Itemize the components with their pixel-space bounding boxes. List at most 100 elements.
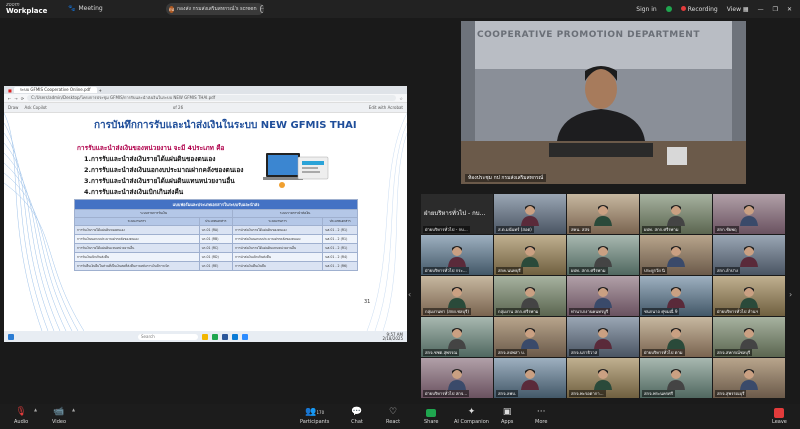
heart-icon: ♡ xyxy=(389,407,398,417)
participant-tile[interactable]: สคน. สสจ xyxy=(567,194,639,234)
participant-tile[interactable]: สกจ.ลพบ. xyxy=(494,358,566,398)
participant-tile[interactable]: ผปท. สกก.ศรีรพาม xyxy=(567,235,639,275)
participants-button[interactable]: 👥 170 Participants xyxy=(300,407,329,425)
windows-start-icon[interactable] xyxy=(8,333,14,340)
browser-tab[interactable]: ระบบ GFMIS Cooperative Online.pdf xyxy=(13,87,97,93)
participant-video-feed xyxy=(594,369,612,390)
video-button[interactable]: 📹 Video xyxy=(52,407,66,425)
star-icon[interactable]: ☆ xyxy=(399,96,403,101)
participant-tile[interactable]: กลุ่มงาน สกก.ศรีรพาม xyxy=(494,276,566,316)
participant-tile[interactable]: สกก.ลำปาง xyxy=(713,235,785,275)
table-row: การรับเงินเบิกเกินส่งคืน นร.01 (RD) การน… xyxy=(74,252,358,262)
participant-tile[interactable]: ผปท. สกก.ศรีรพาม xyxy=(640,194,712,234)
more-button[interactable]: ··· More xyxy=(535,407,547,425)
participant-video-feed xyxy=(667,246,685,267)
signin-link[interactable]: Sign in xyxy=(636,6,656,13)
participant-tile[interactable]: สกจ.ลปพสา บ. xyxy=(494,317,566,357)
gallery-next-icon[interactable]: › xyxy=(789,290,792,299)
participant-tile[interactable]: ชนกนาถ ศุขมณี่ 9 xyxy=(640,276,712,316)
new-tab-icon[interactable]: + xyxy=(99,88,102,93)
participant-video-feed xyxy=(667,205,685,226)
participant-name-label: ท่านาเกงานคนทรบูรี xyxy=(569,308,611,315)
participant-name-label: ฝ่ายบริหารทั่วไป กระ... xyxy=(423,267,469,274)
participant-tile[interactable]: ท่านาเกงานคนทรบูรี xyxy=(567,276,639,316)
participant-tile[interactable]: สกก.ชัยพฤ xyxy=(713,194,785,234)
participant-tile[interactable]: ฝ่ายบริหารทั่วไป ลำนฯ xyxy=(713,276,785,316)
table-cell: นร.01 (RA) xyxy=(198,225,234,235)
participant-tile[interactable]: สกจ.สหกรณ์ชลบุรี xyxy=(713,317,785,357)
back-icon[interactable]: ← xyxy=(8,96,11,101)
participant-tile[interactable]: ฝ่ายบริหารทั่วไป - กบ... ฝ่ายบริหารทั่วไป… xyxy=(421,194,493,234)
taskbar-clock[interactable]: 9:57 AM 2/18/2025 xyxy=(382,332,403,341)
pdf-icon: ■ xyxy=(8,87,12,93)
participant-tile[interactable]: สกจ.นราธิวาส xyxy=(567,317,639,357)
participant-tile[interactable]: ฝ่ายบริหารทั่วไป กระ... xyxy=(421,235,493,275)
screen-share-indicator[interactable]: กป กองส่ง กรมส่งเสริมสหกรณ์'s screen ··· xyxy=(166,3,264,15)
participant-name-label: ส.ต.มนันทร์ (สอต) xyxy=(496,226,534,233)
more-icon[interactable]: ··· xyxy=(259,5,264,13)
participant-video-feed xyxy=(594,205,612,226)
chat-button[interactable]: 💬 Chat xyxy=(351,407,363,425)
participant-tile[interactable]: สกจ.พระนครศรี xyxy=(640,358,712,398)
participant-tile[interactable]: ฝ่ายบริหารทั่วไป ตาม xyxy=(640,317,712,357)
apps-button[interactable]: ▣ Apps xyxy=(501,407,513,425)
audio-options-caret-icon[interactable]: ▲ xyxy=(34,407,37,412)
share-label: Share xyxy=(424,419,439,425)
file-explorer-icon[interactable] xyxy=(202,333,208,340)
participant-tile[interactable]: ฝ่ายบริหารทั่วไป สกจ... xyxy=(421,358,493,398)
sparkle-icon: ✦ xyxy=(467,407,476,417)
participant-tile[interactable]: สกจ.ชชต.สุพรรณ xyxy=(421,317,493,357)
participant-video-feed xyxy=(448,369,466,390)
edge-icon[interactable] xyxy=(232,333,238,340)
excel-icon[interactable] xyxy=(212,333,218,340)
slide-subtitle: การรับและนำส่งเงินของหน่วยงาน จะมี 4ประเ… xyxy=(77,144,225,152)
address-field[interactable]: C:/Users/admin/Desktop/โครงการประชุม GFM… xyxy=(27,95,397,101)
reload-icon[interactable]: ⟳ xyxy=(21,96,24,101)
react-button[interactable]: ♡ React xyxy=(386,407,400,425)
taskbar-search[interactable]: Search xyxy=(138,333,198,340)
decorative-waves-left xyxy=(4,113,84,331)
participant-tile[interactable]: สกค.นนทบุรี xyxy=(494,235,566,275)
restore-icon[interactable]: ❐ xyxy=(773,6,778,13)
participant-tile[interactable]: สกจ.สุพรรณบุรี xyxy=(713,358,785,398)
gallery-prev-icon[interactable]: ‹ xyxy=(408,290,411,299)
share-button[interactable]: Share xyxy=(424,407,438,425)
pdf-toolbar: Draw Ask Copilot of 26 Edit with Acrobat xyxy=(4,103,407,113)
video-options-caret-icon[interactable]: ▲ xyxy=(72,407,75,412)
view-menu[interactable]: View ▦ xyxy=(727,6,749,13)
audio-button[interactable]: 🎙 Audio xyxy=(14,407,28,425)
sharer-avatar: กป xyxy=(169,5,174,13)
close-icon[interactable]: ✕ xyxy=(787,6,792,13)
ai-companion-button[interactable]: ✦ AI Companion xyxy=(454,407,489,425)
participant-tile[interactable]: สกจ.พะรอตากา... xyxy=(567,358,639,398)
word-icon[interactable] xyxy=(222,333,228,340)
forward-icon[interactable]: → xyxy=(14,96,17,101)
col-header: ระบบงานการ xyxy=(232,217,324,226)
leave-button[interactable]: Leave xyxy=(772,407,787,425)
meeting-menu[interactable]: 🐾 Meeting xyxy=(68,5,103,12)
meeting-label: Meeting xyxy=(78,5,103,12)
participant-tile[interactable]: ประยูรวัย นิ xyxy=(640,235,712,275)
participant-tile[interactable]: กลุ่มงานทา (สกย.ชลบุรี) xyxy=(421,276,493,316)
participant-video-feed xyxy=(521,287,539,308)
participant-tile[interactable]: ส.ต.มนันทร์ (สอต) xyxy=(494,194,566,234)
pdf-tool-draw[interactable]: Draw xyxy=(8,105,18,110)
participant-name-label: ชนกนาถ ศุขมณี่ 9 xyxy=(642,308,680,315)
participant-video-feed xyxy=(521,369,539,390)
participant-video-feed xyxy=(594,328,612,349)
react-label: React xyxy=(386,419,401,425)
minimize-icon[interactable]: — xyxy=(758,6,764,13)
pdf-tool-edit-acrobat[interactable]: Edit with Acrobat xyxy=(369,105,403,110)
slide-item: 1.การรับและนำส่งเงินรายได้แผ่นดินของตนเอ… xyxy=(84,155,216,163)
recording-indicator[interactable]: Recording xyxy=(680,5,718,13)
active-speaker-video[interactable]: COOPERATIVE PROMOTION DEPARTMENT ห้องประ… xyxy=(461,21,746,184)
participant-name-label: ประยูรวัย นิ xyxy=(642,267,667,274)
page-counter[interactable]: of 26 xyxy=(173,105,183,110)
shared-screen: ■ ระบบ GFMIS Cooperative Online.pdf + ← … xyxy=(4,86,407,342)
pdf-tool-copilot[interactable]: Ask Copilot xyxy=(24,105,46,110)
zoom-logo: zoom Workplace xyxy=(6,2,47,15)
zoom-app-icon[interactable] xyxy=(242,333,248,340)
security-shield-icon[interactable] xyxy=(665,6,672,12)
col-header: ประเภทเอกสาร xyxy=(322,217,358,226)
participants-icon: 👥 170 xyxy=(305,407,325,417)
